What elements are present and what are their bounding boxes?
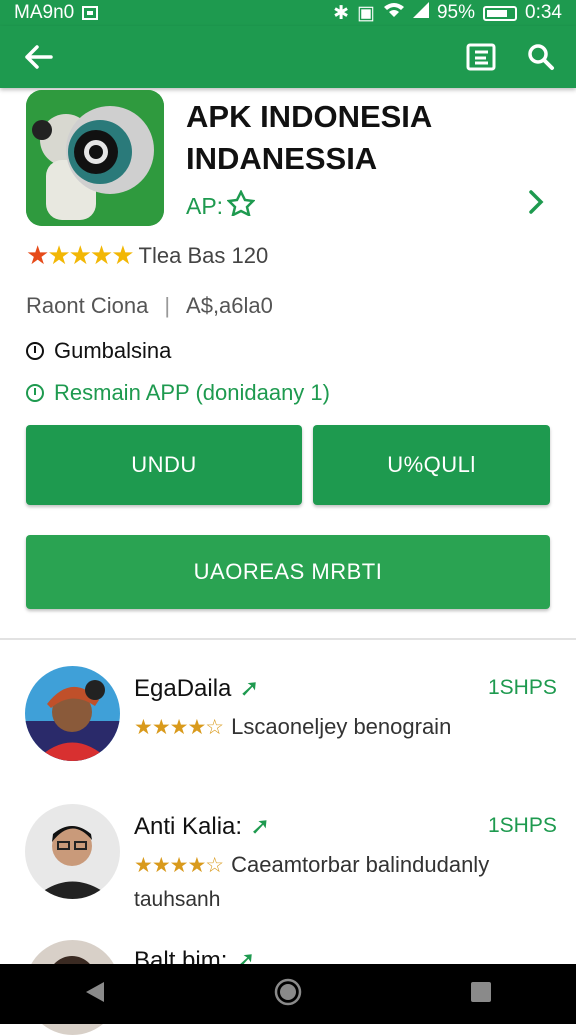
info-icon: [26, 384, 44, 402]
review-stars: ★★★★☆: [134, 715, 224, 739]
battery-icon: [483, 5, 518, 21]
badge-icon: ➚: [239, 675, 260, 702]
rating-row: ★★★★★ Tlea Bas 120: [26, 240, 268, 271]
list-icon[interactable]: [464, 40, 498, 74]
verified-icon: [226, 189, 256, 222]
info-row-1: Gumbalsina: [26, 338, 171, 364]
review-badge: 1SHPS: [488, 814, 557, 837]
notification-icon: [82, 6, 99, 20]
download-button[interactable]: UNDU: [26, 425, 302, 505]
reviewer-name-text: Anti Kalia:: [134, 812, 243, 840]
clock: 0:34: [525, 2, 562, 23]
divider-bar: |: [164, 293, 171, 318]
back-arrow-icon[interactable]: [22, 40, 56, 74]
recents-nav-icon[interactable]: [470, 981, 492, 1008]
star-rating: ★★★★★: [26, 240, 135, 270]
review-rating: ★★★★☆ Caeamtorbar balindudanly: [134, 852, 489, 878]
wifi-icon: [383, 2, 405, 24]
back-nav-icon[interactable]: [84, 980, 106, 1009]
clock-icon: [26, 342, 44, 360]
home-nav-icon[interactable]: [274, 978, 302, 1011]
meta-right: A$,a6la0: [186, 293, 273, 318]
avatar: [25, 804, 120, 899]
review-badge: 1SHPS: [488, 676, 557, 699]
section-divider: [0, 638, 576, 640]
review-text-continued: tauhsanh: [134, 888, 221, 911]
reviewer-name-text: EgaDaila: [134, 674, 232, 702]
carrier-label: MA9n0: [14, 2, 75, 23]
chevron-right-icon[interactable]: [526, 188, 546, 221]
review-rating: ★★★★☆ Lscaoneljey benograin: [134, 714, 451, 740]
bluetooth-icon: ✱: [333, 2, 350, 24]
app-title-line2: INDANESSIA: [186, 141, 378, 176]
review-text: Caeamtorbar balindudanly: [231, 852, 490, 877]
vibrate-icon: ▣: [357, 2, 375, 24]
reviewer-name: Anti Kalia: ➚: [134, 812, 270, 841]
info-text-2: Resmain APP (donidaany 1): [54, 380, 330, 405]
badge-icon: ➚: [250, 813, 271, 840]
info-text-1: Gumbalsina: [54, 338, 172, 363]
meta-row: Raont Ciona | A$,a6la0: [26, 293, 273, 319]
reviewer-name: EgaDaila ➚: [134, 674, 260, 703]
wide-action-button[interactable]: UAOREAS MRBTI: [26, 535, 550, 609]
app-title: APK INDONESIA INDANESSIA: [186, 96, 556, 180]
developer-link[interactable]: AP:: [186, 189, 256, 222]
navigation-bar: [0, 964, 576, 1024]
rating-text: Tlea Bas 120: [138, 242, 269, 268]
developer-label: AP:: [186, 192, 224, 219]
app-bar: [0, 26, 576, 88]
review-text: Lscaoneljey benograin: [231, 714, 452, 739]
app-title-line1: APK INDONESIA: [186, 99, 433, 134]
info-row-2: Resmain APP (donidaany 1): [26, 380, 330, 406]
battery-percent: 95%: [436, 2, 476, 23]
search-icon[interactable]: [524, 40, 558, 74]
status-bar: MA9n0 ✱ ▣ 95% 0:34: [0, 0, 576, 26]
secondary-button[interactable]: U%QULl: [313, 425, 550, 505]
avatar: [25, 666, 120, 761]
review-stars: ★★★★☆: [134, 853, 224, 877]
app-icon: [26, 90, 164, 226]
signal-icon: [412, 2, 429, 24]
meta-left: Raont Ciona: [26, 293, 149, 318]
